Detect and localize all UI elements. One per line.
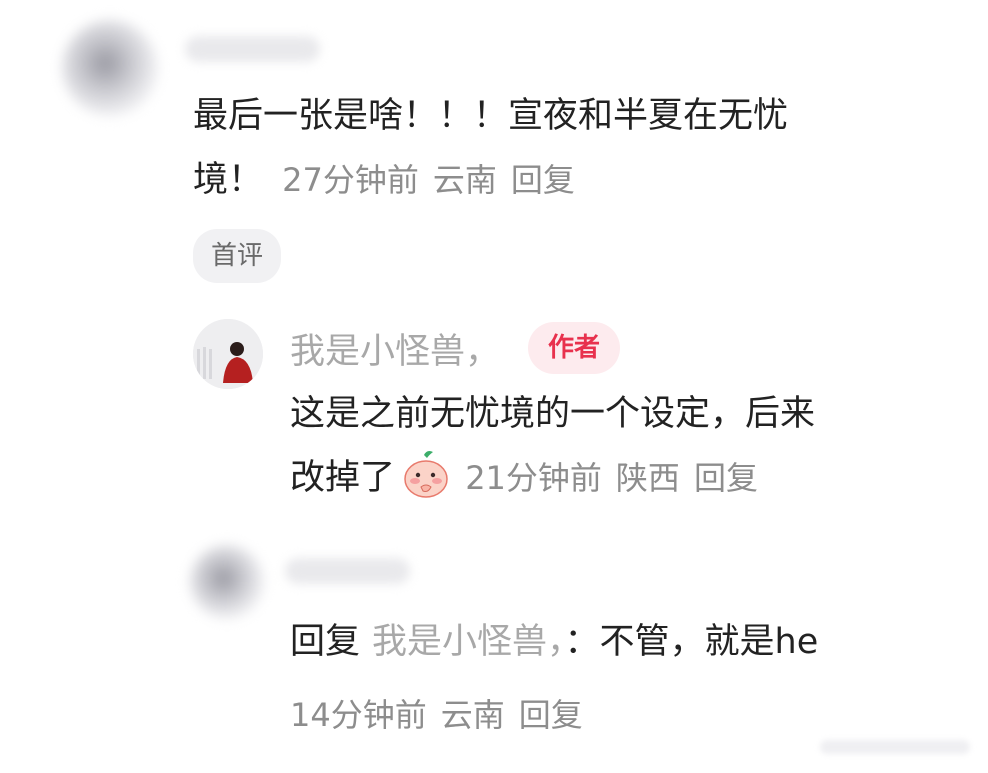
author-badge: 作者 — [528, 322, 621, 374]
reply-location: 陕西 — [615, 459, 680, 497]
reply-body: 不管，就是he — [599, 622, 819, 662]
comment-location: 云南 — [432, 161, 497, 199]
comment-line-2-text: 境！ — [193, 160, 264, 200]
author-avatar[interactable] — [193, 319, 263, 389]
author-header: 我是小怪兽， 作者 — [290, 318, 621, 378]
reply-line-2: 改掉了 21分钟前 陕西 回复 — [290, 446, 970, 520]
reply-button[interactable]: 回复 — [519, 696, 583, 734]
reply-text: 回复 我是小怪兽，：不管，就是he — [290, 610, 980, 674]
reply-time: 21分钟前 — [465, 459, 602, 497]
mention-username[interactable]: 我是小怪兽， — [372, 622, 565, 662]
comment-meta: 27分钟前 云南 回复 — [282, 161, 575, 199]
reply-button[interactable]: 回复 — [694, 459, 758, 497]
reply-line-2-text: 改掉了 — [290, 458, 396, 498]
username-blurred[interactable] — [285, 558, 410, 584]
reply-button[interactable]: 回复 — [511, 161, 575, 199]
avatar[interactable] — [190, 545, 264, 619]
reply-meta: 14分钟前 云南 回复 — [290, 690, 583, 736]
reply-location: 云南 — [440, 696, 505, 734]
reply-time: 14分钟前 — [290, 696, 427, 734]
reply-line-1: 这是之前无忧境的一个设定，后来 — [290, 394, 816, 434]
comment-time: 27分钟前 — [282, 161, 419, 199]
reply-prefix: 回复 — [290, 622, 361, 662]
reply-meta: 21分钟前 陕西 回复 — [455, 459, 758, 497]
blush-bun-emoji-icon — [401, 449, 451, 520]
reply-colon: ： — [564, 622, 600, 662]
watermark — [820, 740, 970, 754]
first-comment-badge: 首评 — [193, 229, 282, 283]
author-username[interactable]: 我是小怪兽， — [290, 323, 500, 374]
comment-line-2: 境！ 27分钟前 云南 回复 — [193, 148, 953, 212]
comment-line-1: 最后一张是啥！！！宣夜和半夏在无忧 — [193, 96, 789, 136]
comment-text: 最后一张是啥！！！宣夜和半夏在无忧 境！ 27分钟前 云南 回复 — [193, 84, 953, 212]
username-blurred[interactable] — [185, 36, 320, 62]
author-avatar-image — [193, 319, 263, 389]
avatar[interactable] — [62, 20, 158, 116]
reply-text: 这是之前无忧境的一个设定，后来 改掉了 21分钟前 陕西 回复 — [290, 382, 970, 520]
